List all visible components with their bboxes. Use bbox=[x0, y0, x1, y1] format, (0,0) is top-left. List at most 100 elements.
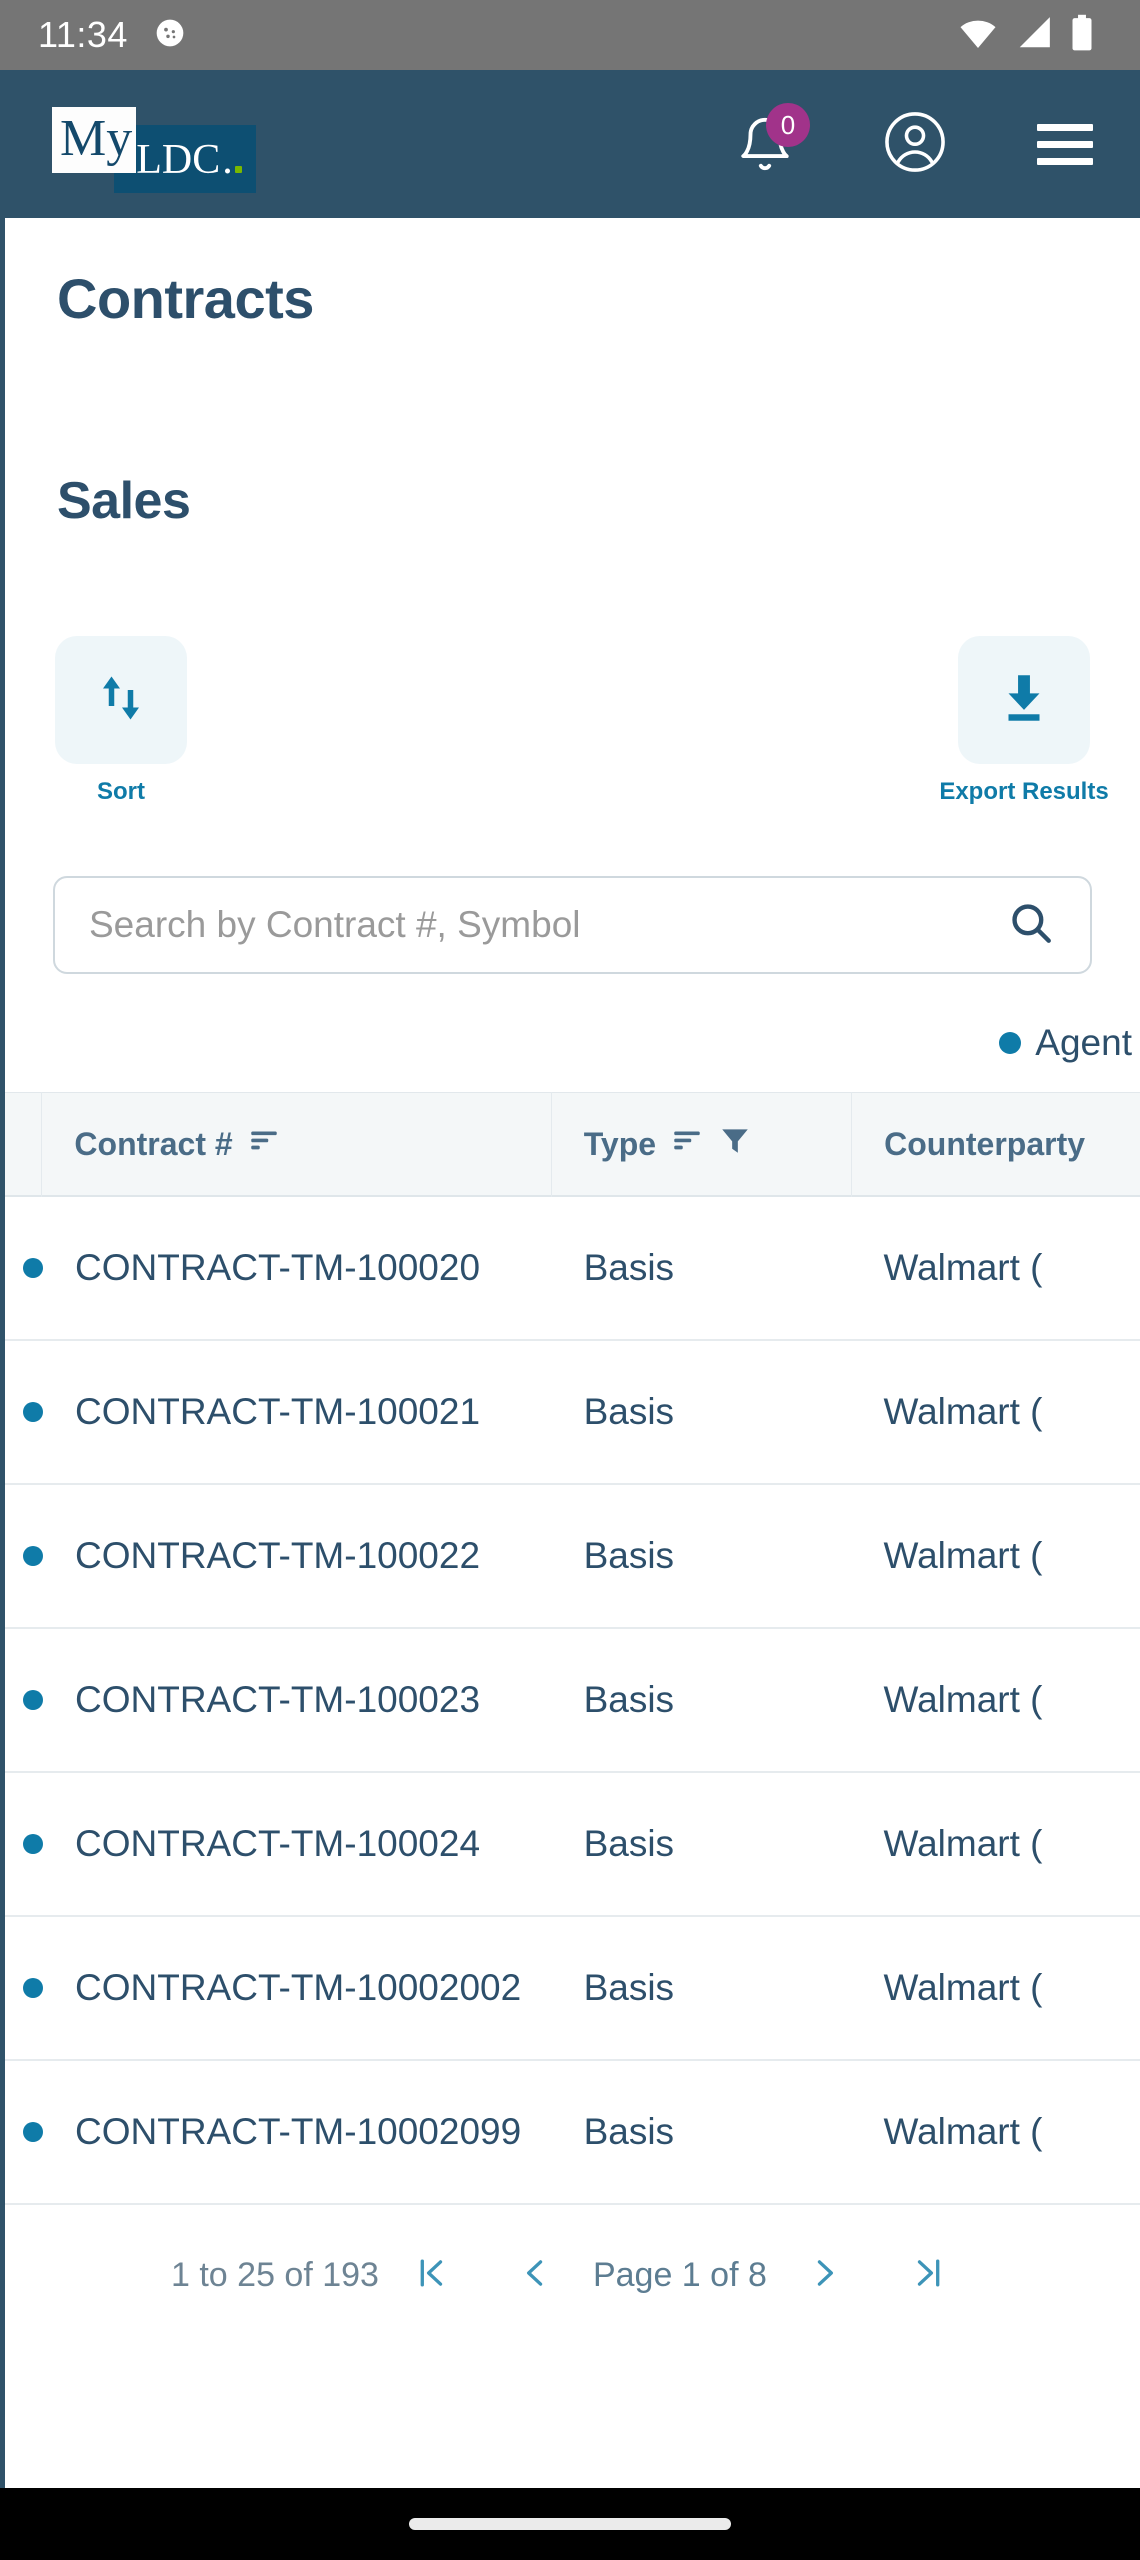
table-header-counterparty-label: Counterparty bbox=[884, 1125, 1086, 1162]
table-header-type-label: Type bbox=[583, 1125, 657, 1162]
account-circle-icon bbox=[882, 109, 948, 180]
table-header-row: Contract # Type Counterparty bbox=[5, 1092, 1140, 1197]
legend: Agent bbox=[53, 974, 1132, 1064]
table-row[interactable]: CONTRACT-TM-100020 Basis Walmart ( bbox=[5, 1197, 1140, 1341]
cell-counterparty: Walmart ( bbox=[883, 1391, 1043, 1432]
agent-dot-icon bbox=[23, 1402, 43, 1422]
agent-dot-icon bbox=[23, 1546, 43, 1566]
sort-button-label: Sort bbox=[97, 778, 145, 805]
download-icon bbox=[993, 667, 1055, 734]
main-content: Contracts Sales Sort Export Results Sear… bbox=[0, 218, 1140, 2488]
sort-arrows-icon bbox=[91, 668, 151, 733]
notification-badge-count: 0 bbox=[766, 103, 810, 147]
first-page-icon bbox=[412, 2254, 450, 2297]
logo-my-text: My bbox=[52, 107, 137, 173]
row-status-gutter bbox=[5, 1196, 43, 1340]
cell-type: Basis bbox=[583, 1391, 675, 1432]
cell-counterparty: Walmart ( bbox=[883, 1823, 1043, 1864]
cell-type: Basis bbox=[583, 1679, 675, 1720]
last-page-icon bbox=[910, 2254, 948, 2297]
last-page-button[interactable] bbox=[877, 2223, 981, 2327]
table-row[interactable]: CONTRACT-TM-100022 Basis Walmart ( bbox=[5, 1485, 1140, 1629]
account-button[interactable] bbox=[840, 70, 990, 218]
android-gesture-nav-bar bbox=[0, 2488, 1140, 2560]
table-header-counterparty[interactable]: Counterparty bbox=[851, 1092, 1140, 1197]
export-results-button-label: Export Results bbox=[939, 778, 1109, 805]
table-row[interactable]: CONTRACT-TM-10002099 Basis Walmart ( bbox=[5, 2061, 1140, 2205]
export-tile-box bbox=[958, 636, 1090, 764]
cell-contract[interactable]: CONTRACT-TM-100022 bbox=[43, 1484, 552, 1628]
agent-dot-icon bbox=[23, 1834, 43, 1854]
search-input[interactable] bbox=[89, 904, 1006, 946]
section-title: Sales bbox=[57, 472, 191, 530]
legend-dot-agent-icon bbox=[999, 1032, 1022, 1054]
cell-contract[interactable]: CONTRACT-TM-100023 bbox=[43, 1628, 552, 1772]
row-status-gutter bbox=[5, 2060, 43, 2204]
wifi-icon bbox=[958, 13, 998, 58]
notifications-button[interactable]: 0 bbox=[690, 70, 840, 218]
logo-ldc-text: LDC bbox=[136, 137, 221, 183]
table-body: CONTRACT-TM-100020 Basis Walmart ( CONTR… bbox=[5, 1197, 1140, 2205]
search-icon[interactable] bbox=[1006, 898, 1056, 953]
agent-dot-icon bbox=[23, 1690, 43, 1710]
cell-type: Basis bbox=[583, 1967, 675, 2008]
previous-page-icon bbox=[516, 2254, 554, 2297]
cell-type: Basis bbox=[583, 1535, 675, 1576]
logo-green-dot-icon bbox=[234, 166, 242, 173]
cell-counterparty: Walmart ( bbox=[883, 1247, 1043, 1288]
cell-type: Basis bbox=[583, 1247, 675, 1288]
header-actions: 0 bbox=[690, 70, 1140, 218]
row-status-gutter bbox=[5, 1772, 43, 1916]
cell-contract[interactable]: CONTRACT-TM-10002002 bbox=[43, 1916, 552, 2060]
table-row[interactable]: CONTRACT-TM-10002002 Basis Walmart ( bbox=[5, 1917, 1140, 2061]
cell-type: Basis bbox=[583, 1823, 675, 1864]
action-buttons-row: Sort Export Results bbox=[5, 531, 1140, 806]
table-header-contract[interactable]: Contract # bbox=[41, 1092, 550, 1197]
table-row[interactable]: CONTRACT-TM-100024 Basis Walmart ( bbox=[5, 1773, 1140, 1917]
notification-bell-icon: 0 bbox=[736, 103, 810, 173]
cell-contract[interactable]: CONTRACT-TM-100021 bbox=[43, 1340, 552, 1484]
myldc-logo[interactable]: My LDC. bbox=[52, 107, 256, 193]
menu-button[interactable] bbox=[990, 70, 1140, 218]
agent-dot-icon bbox=[23, 2122, 43, 2142]
cellular-signal-icon bbox=[1015, 14, 1053, 57]
hamburger-menu-icon bbox=[1037, 123, 1093, 165]
pagination-controls: Page 1 of 8 bbox=[379, 2223, 981, 2327]
filter-funnel-icon[interactable] bbox=[718, 1123, 752, 1165]
first-page-button[interactable] bbox=[379, 2223, 483, 2327]
sort-lines-icon[interactable] bbox=[247, 1123, 281, 1165]
cell-contract[interactable]: CONTRACT-TM-100024 bbox=[43, 1772, 552, 1916]
status-bar-clock: 11:34 bbox=[38, 14, 128, 55]
cell-counterparty: Walmart ( bbox=[883, 1535, 1043, 1576]
previous-page-button[interactable] bbox=[483, 2223, 587, 2327]
search-section: Agent bbox=[5, 806, 1140, 1064]
pagination-range: 1 to 25 of 193 bbox=[171, 2255, 379, 2294]
sort-lines-icon[interactable] bbox=[670, 1123, 704, 1165]
next-page-button[interactable] bbox=[773, 2223, 877, 2327]
row-status-gutter bbox=[5, 1916, 43, 2060]
export-results-button[interactable]: Export Results bbox=[939, 636, 1109, 806]
search-box[interactable] bbox=[53, 876, 1092, 974]
table-header-contract-label: Contract # bbox=[74, 1125, 233, 1162]
status-bar-right bbox=[958, 13, 1106, 58]
table-row[interactable]: CONTRACT-TM-100023 Basis Walmart ( bbox=[5, 1629, 1140, 1773]
cell-counterparty: Walmart ( bbox=[883, 1967, 1043, 2008]
row-status-gutter bbox=[5, 1340, 43, 1484]
agent-dot-icon bbox=[23, 1978, 43, 1998]
android-status-bar: 11:34 bbox=[0, 0, 1140, 70]
contracts-table: Contract # Type Counterparty CONTRACT-TM… bbox=[5, 1092, 1140, 2345]
cell-contract[interactable]: CONTRACT-TM-10002099 bbox=[43, 2060, 552, 2204]
cell-counterparty: Walmart ( bbox=[883, 2111, 1043, 2152]
cell-contract[interactable]: CONTRACT-TM-100020 bbox=[43, 1196, 552, 1340]
battery-icon bbox=[1070, 14, 1094, 57]
table-header-gutter bbox=[5, 1092, 41, 1197]
gesture-home-pill[interactable] bbox=[409, 2518, 731, 2530]
page-title: Contracts bbox=[57, 267, 314, 330]
sort-tile-box bbox=[55, 636, 187, 764]
table-row[interactable]: CONTRACT-TM-100021 Basis Walmart ( bbox=[5, 1341, 1140, 1485]
cookie-icon bbox=[154, 17, 186, 54]
row-status-gutter bbox=[5, 1484, 43, 1628]
legend-label-agent: Agent bbox=[1035, 1022, 1132, 1063]
sort-button[interactable]: Sort bbox=[55, 636, 187, 806]
table-header-type[interactable]: Type bbox=[550, 1092, 851, 1197]
